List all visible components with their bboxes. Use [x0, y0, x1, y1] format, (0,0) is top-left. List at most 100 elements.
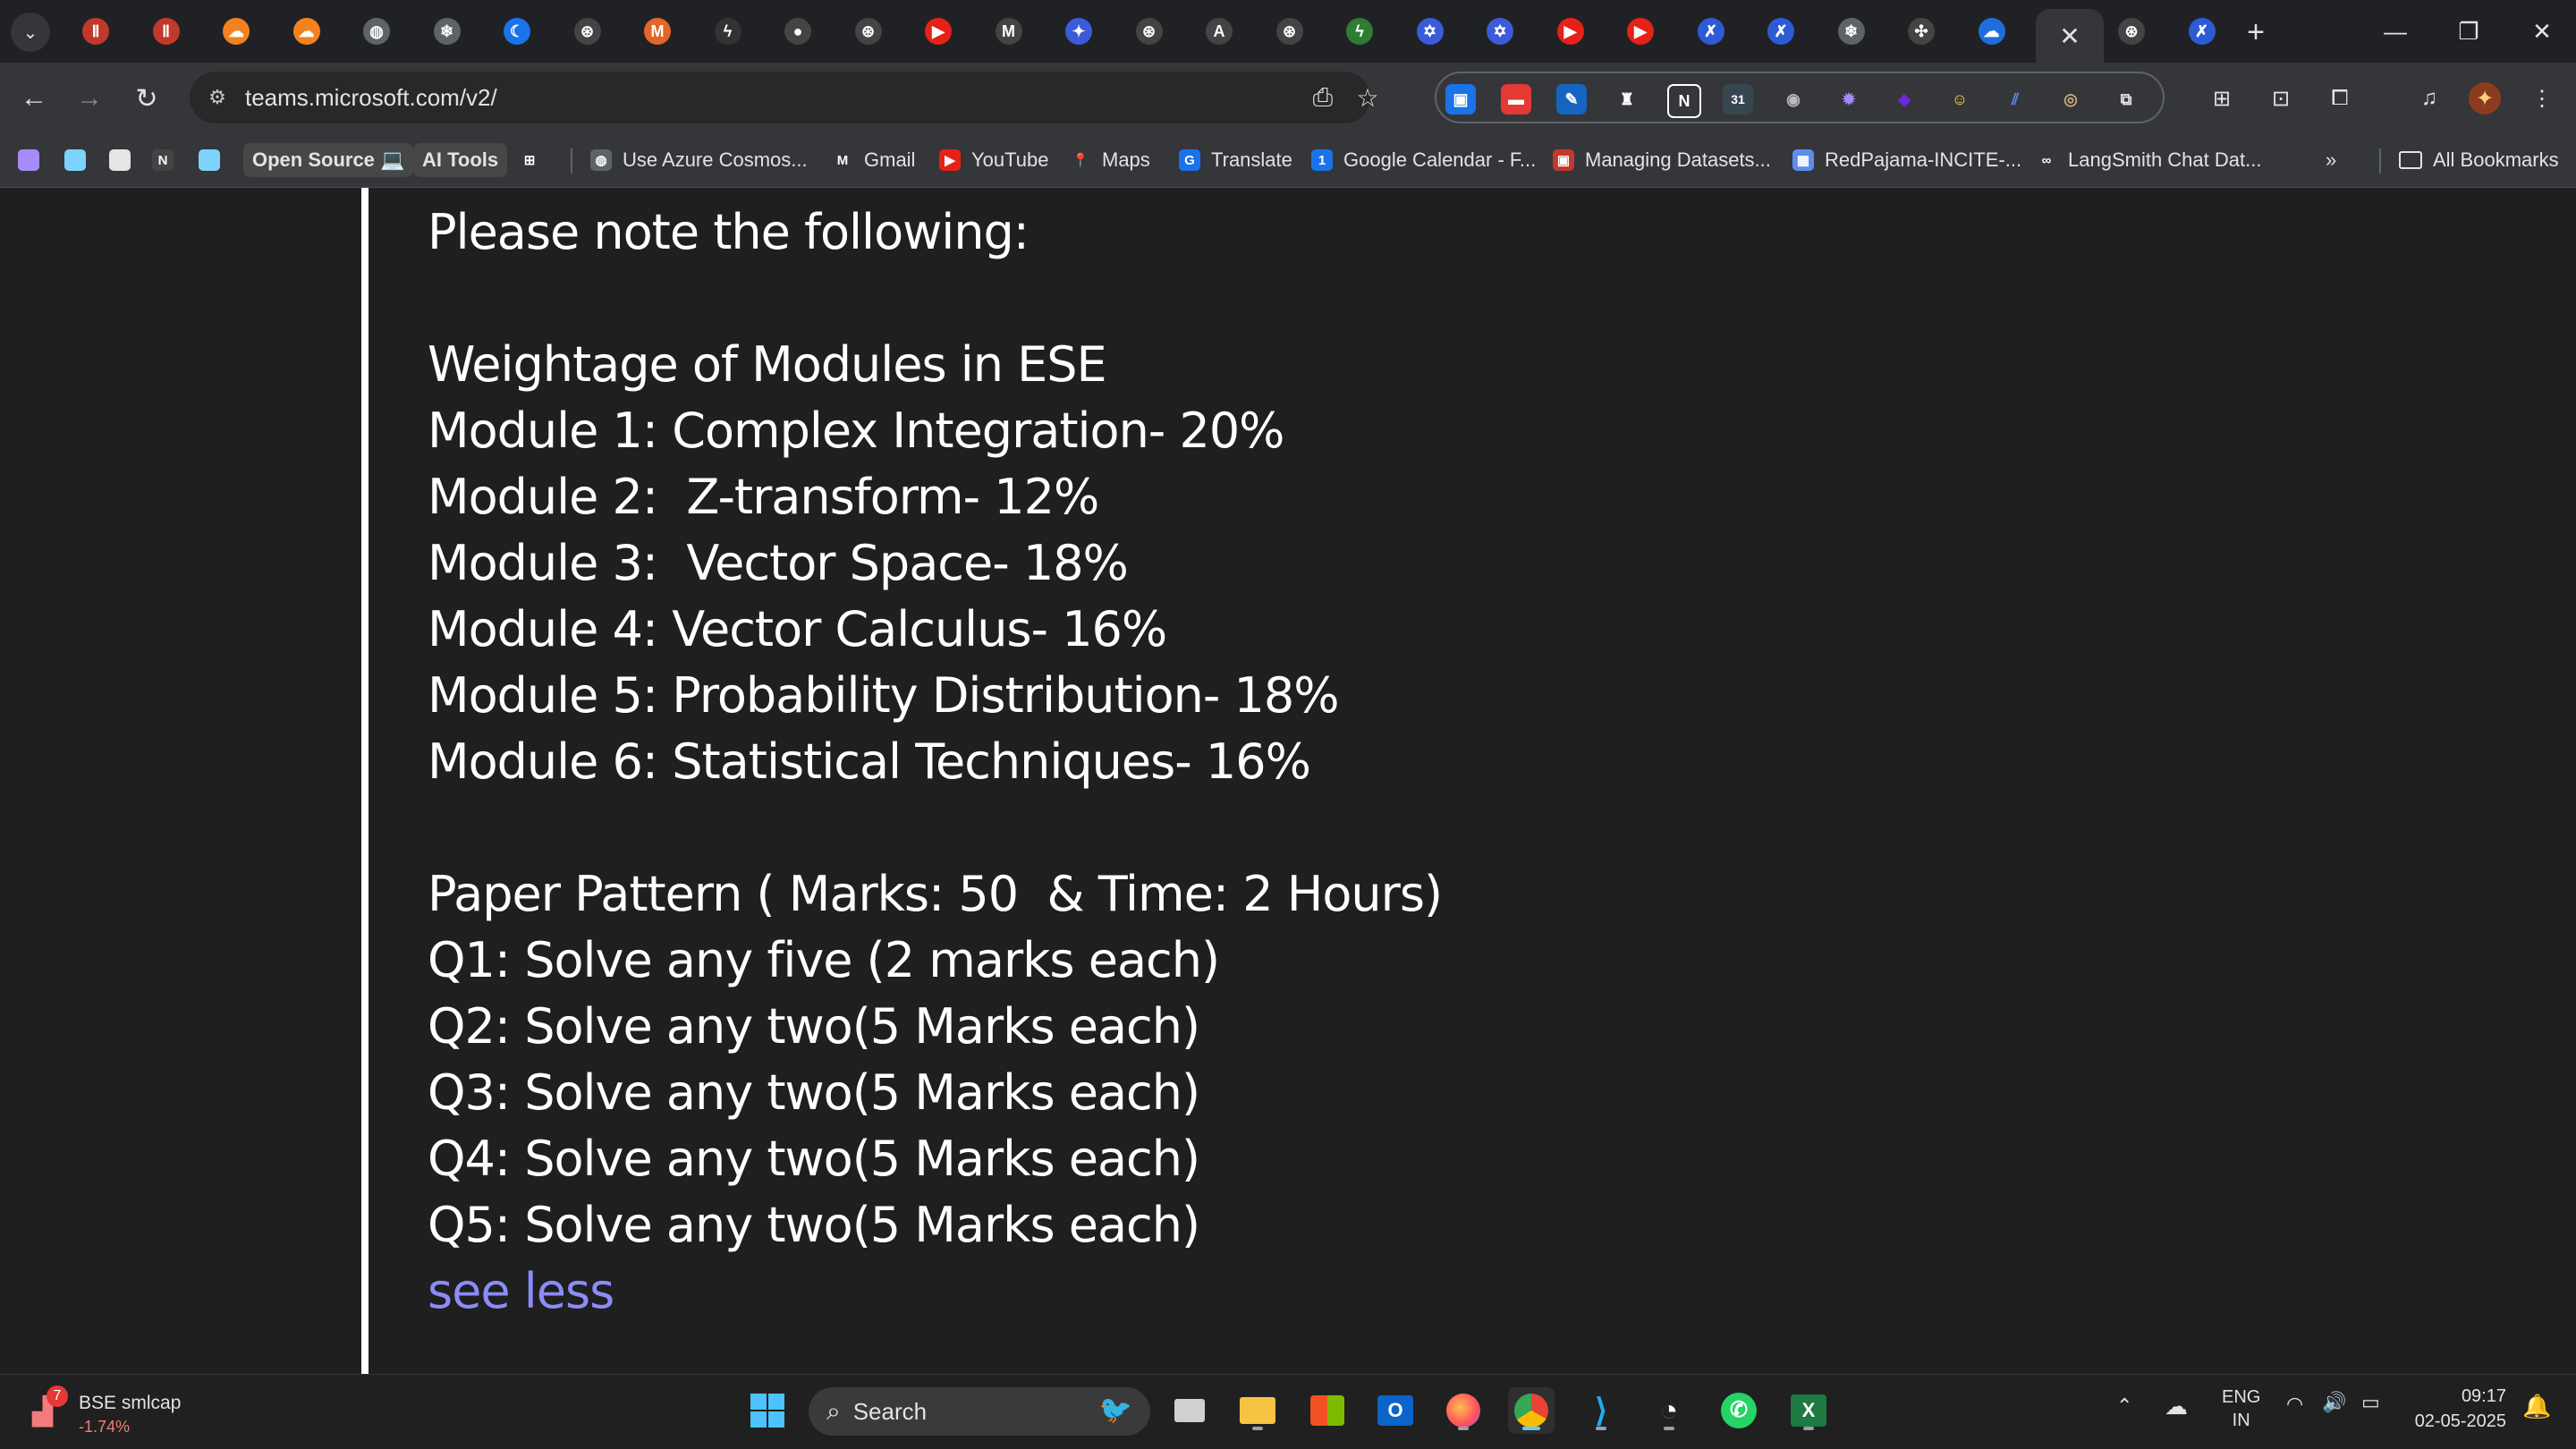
- browser-tab[interactable]: ϟ: [1334, 9, 1385, 54]
- browser-tab[interactable]: Ⅱ: [70, 9, 122, 54]
- calendar-extension-icon[interactable]: 31: [1723, 84, 1753, 114]
- address-bar[interactable]: ⚙ teams.microsoft.com/v2/ ⎙ ☆: [190, 72, 1379, 123]
- browser-tab[interactable]: ⊛: [1264, 9, 1316, 54]
- tab-search-button[interactable]: ⌄: [11, 13, 50, 52]
- task-view-icon[interactable]: [1166, 1387, 1213, 1434]
- browser-tab[interactable]: ✗: [1685, 9, 1737, 54]
- firefox-icon[interactable]: [1440, 1387, 1487, 1434]
- lens-icon[interactable]: ⊡: [2265, 82, 2297, 114]
- bookmark-item[interactable]: M Gmail: [832, 143, 916, 177]
- bookmark-icon-item[interactable]: ⊞: [519, 143, 540, 177]
- bookmark-icon-item[interactable]: N: [152, 143, 174, 177]
- store-icon[interactable]: [1304, 1387, 1351, 1434]
- puzzle-extensions-icon[interactable]: ⧉: [2111, 84, 2141, 114]
- browser-tab[interactable]: ▶: [1614, 9, 1666, 54]
- bookmark-item[interactable]: 1 Google Calendar - F...: [1311, 143, 1536, 177]
- taskbar-search[interactable]: ⌕ Search 🐦: [809, 1387, 1150, 1436]
- chart-extension-icon[interactable]: ⫽: [2000, 84, 2030, 114]
- browser-tab[interactable]: ✡: [1474, 9, 1526, 54]
- browser-tab[interactable]: ✡: [1404, 9, 1456, 54]
- bookmark-icon-item[interactable]: [199, 143, 220, 177]
- browser-tab[interactable]: Ⅱ: [140, 9, 192, 54]
- bookmark-item[interactable]: 📍 Maps: [1070, 143, 1150, 177]
- chevron-double-right-icon[interactable]: »: [2326, 143, 2336, 177]
- bookmark-item[interactable]: G Translate: [1179, 143, 1292, 177]
- browser-tab[interactable]: ☁: [1966, 9, 2018, 54]
- owl-extension-icon[interactable]: ◎: [2055, 84, 2086, 114]
- bookmark-item[interactable]: ◍ Use Azure Cosmos...: [590, 143, 808, 177]
- pin-extension-icon[interactable]: ✎: [1556, 84, 1587, 114]
- browser-tab[interactable]: ϟ: [702, 9, 754, 54]
- layers-extension-icon[interactable]: ◆: [1889, 84, 1919, 114]
- restore-button[interactable]: ❐: [2431, 0, 2506, 63]
- robot-extension-icon[interactable]: ♜: [1612, 84, 1642, 114]
- onedrive-tray-icon[interactable]: ☁: [2165, 1393, 2188, 1420]
- chrome-icon[interactable]: [1508, 1387, 1555, 1434]
- bookmark-folder[interactable]: AI Tools: [413, 143, 508, 177]
- bookmark-item[interactable]: ∞ LangSmith Chat Dat...: [2036, 143, 2262, 177]
- vscode-icon[interactable]: ⟩: [1578, 1387, 1624, 1434]
- menu-kebab-icon[interactable]: ⋮: [2526, 82, 2558, 114]
- new-tab-button[interactable]: +: [2236, 13, 2275, 52]
- minimize-button[interactable]: —: [2358, 0, 2433, 63]
- wifi-icon[interactable]: ◠: [2286, 1393, 2303, 1416]
- browser-tab[interactable]: ●: [772, 9, 824, 54]
- bookmark-item[interactable]: ▣ Managing Datasets...: [1553, 143, 1771, 177]
- media-control-icon[interactable]: ♫: [2413, 82, 2445, 114]
- gear-extension-icon[interactable]: ✹: [1834, 84, 1864, 114]
- bookmark-item[interactable]: ▶ YouTube: [939, 143, 1048, 177]
- close-icon[interactable]: ✕: [2056, 22, 2083, 50]
- browser-tab[interactable]: ✗: [1755, 9, 1807, 54]
- browser-tab[interactable]: ⊛: [562, 9, 614, 54]
- outlook-icon[interactable]: O: [1372, 1387, 1419, 1434]
- browser-tab[interactable]: ☁: [281, 9, 333, 54]
- battery-icon[interactable]: ▭: [2361, 1391, 2380, 1414]
- red-extension-icon[interactable]: ▬: [1501, 84, 1531, 114]
- browser-tab[interactable]: ☾: [491, 9, 543, 54]
- install-app-icon[interactable]: ⎙: [1308, 82, 1338, 113]
- bookmark-icon-item[interactable]: [109, 143, 131, 177]
- excel-icon[interactable]: X: [1785, 1387, 1832, 1434]
- browser-tab[interactable]: ◍: [351, 9, 402, 54]
- volume-icon[interactable]: 🔊: [2322, 1391, 2346, 1414]
- browser-tab[interactable]: ⊛: [2106, 9, 2157, 54]
- back-button[interactable]: ←: [13, 77, 55, 120]
- browser-tab[interactable]: ▶: [1545, 9, 1597, 54]
- smiley-extension-icon[interactable]: ☺: [1945, 84, 1975, 114]
- browser-tab[interactable]: ✦: [1053, 9, 1105, 54]
- tab-active[interactable]: ✕: [2036, 9, 2104, 63]
- language-indicator[interactable]: ENG IN: [2222, 1385, 2260, 1432]
- browser-tab[interactable]: ✗: [2176, 9, 2228, 54]
- stock-widget[interactable]: ▟ 7 BSE smlcap -1.74%: [27, 1384, 206, 1441]
- tab-manager-extension-icon[interactable]: ▣: [1445, 84, 1476, 114]
- close-window-button[interactable]: ✕: [2504, 0, 2576, 63]
- browser-tab[interactable]: A: [1193, 9, 1245, 54]
- browser-tab[interactable]: ▶: [912, 9, 964, 54]
- see-less-link[interactable]: see less: [428, 1263, 614, 1319]
- browser-tab[interactable]: ❄: [421, 9, 473, 54]
- notion-extension-icon[interactable]: N: [1667, 84, 1701, 118]
- profile-avatar[interactable]: ✦: [2469, 82, 2501, 114]
- bookmark-icon-item[interactable]: [18, 143, 39, 177]
- devices-icon[interactable]: ⧠: [2324, 82, 2356, 114]
- camera-extension-icon[interactable]: ◉: [1778, 84, 1809, 114]
- forward-button[interactable]: →: [68, 77, 111, 120]
- whatsapp-icon[interactable]: ✆: [1716, 1387, 1762, 1434]
- bookmark-folder[interactable]: Open Source 💻: [243, 143, 414, 177]
- browser-tab[interactable]: ❄: [1826, 9, 1877, 54]
- browser-tab[interactable]: ⊛: [1123, 9, 1175, 54]
- file-explorer-icon[interactable]: [1234, 1387, 1281, 1434]
- clock-app-icon[interactable]: ◔: [1646, 1387, 1692, 1434]
- bookmark-icon-item[interactable]: [64, 143, 86, 177]
- all-bookmarks-button[interactable]: All Bookmarks: [2399, 143, 2559, 177]
- reload-button[interactable]: ↻: [125, 77, 168, 120]
- browser-tab[interactable]: M: [631, 9, 683, 54]
- apps-grid-icon[interactable]: ⊞: [2206, 82, 2238, 114]
- browser-tab[interactable]: M: [983, 9, 1035, 54]
- browser-tab[interactable]: ⊛: [843, 9, 894, 54]
- browser-tab[interactable]: ☁: [210, 9, 262, 54]
- chevron-up-icon[interactable]: ⌃: [2116, 1394, 2132, 1418]
- bookmark-item[interactable]: ▦ RedPajama-INCITE-...: [1792, 143, 2021, 177]
- site-info-icon[interactable]: ⚙: [202, 82, 233, 113]
- notification-bell-icon[interactable]: 🔔: [2522, 1393, 2551, 1420]
